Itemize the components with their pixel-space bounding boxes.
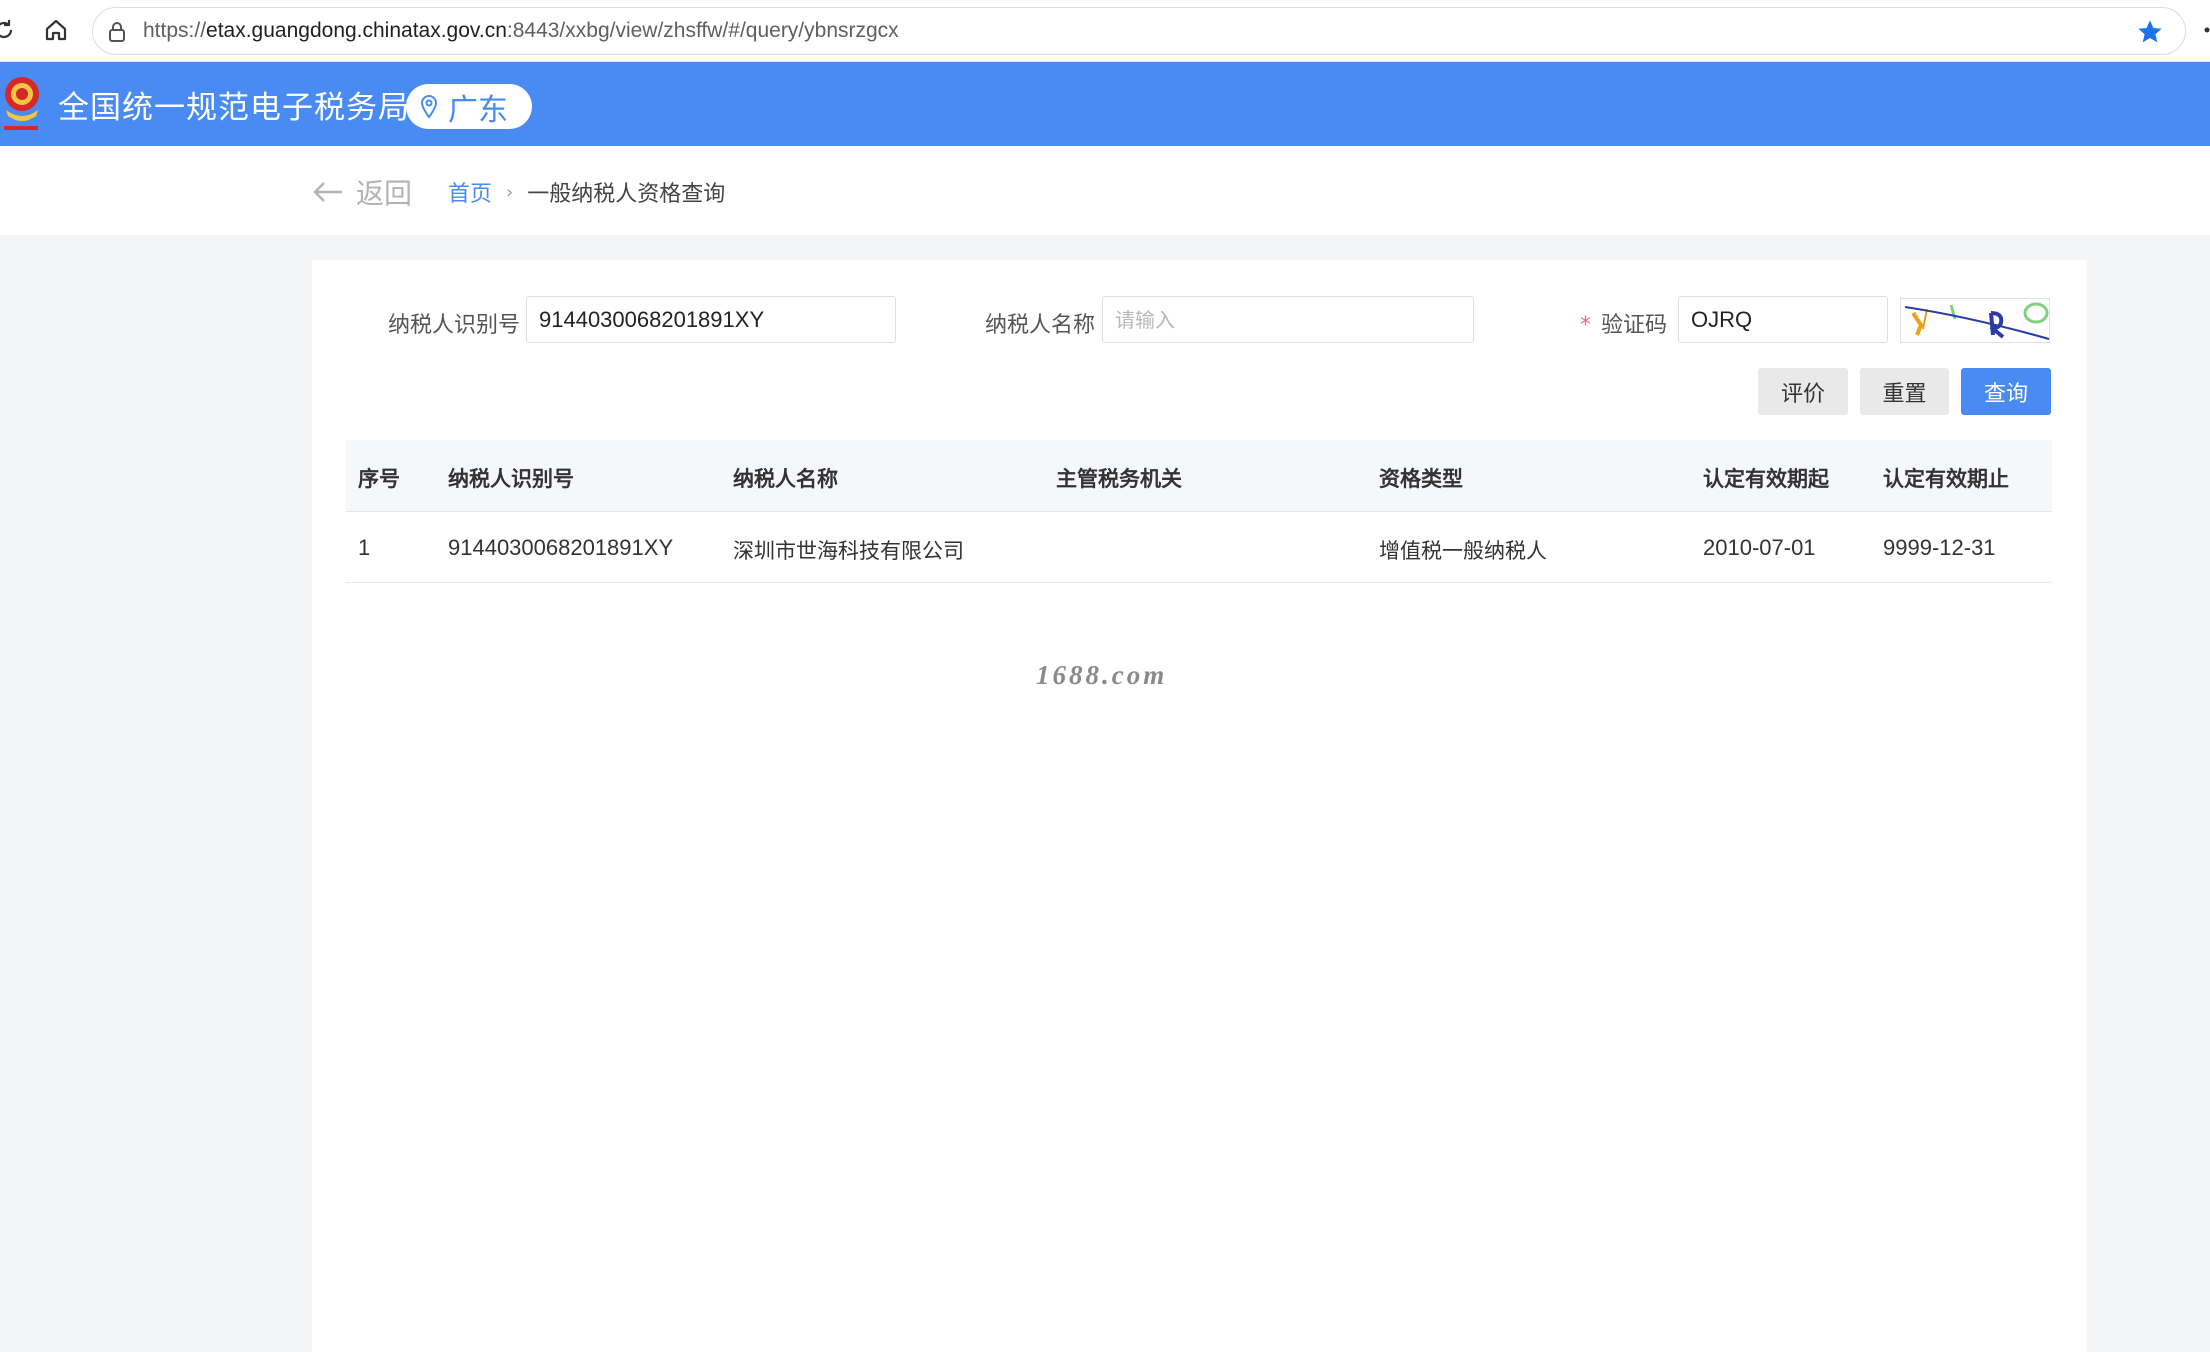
- back-label: 返回: [356, 177, 413, 210]
- table-row[interactable]: 1 9144030068201891XY 深圳市世海科技有限公司 增值税一般纳税…: [346, 512, 2052, 583]
- table-cell: 深圳市世海科技有限公司: [733, 539, 964, 563]
- column-header: 纳税人名称: [733, 467, 838, 491]
- table-cell: 增值税一般纳税人: [1379, 539, 1547, 563]
- column-header: 认定有效期起: [1703, 467, 1829, 491]
- table-cell: 1: [358, 535, 371, 560]
- back-button[interactable]: 返回: [312, 172, 412, 212]
- reload-icon[interactable]: [0, 12, 22, 48]
- column-header: 纳税人识别号: [448, 467, 574, 491]
- breadcrumb-separator: ›: [506, 181, 514, 203]
- location-pin-icon: [420, 94, 438, 119]
- captcha-label-text: 验证码: [1601, 313, 1668, 338]
- table-cell: 9999-12-31: [1883, 535, 1996, 560]
- column-header: 主管税务机关: [1056, 467, 1182, 491]
- region-selector[interactable]: 广东: [406, 84, 532, 129]
- url-text[interactable]: https://etax.guangdong.chinatax.gov.cn:8…: [143, 19, 899, 43]
- column-header: 资格类型: [1379, 467, 1463, 491]
- column-header: 序号: [358, 467, 400, 491]
- table-header: 序号 纳税人识别号 纳税人名称 主管税务机关 资格类型 认定有效期起 认定有效期…: [346, 440, 2052, 512]
- browser-toolbar: https://etax.guangdong.chinatax.gov.cn:8…: [0, 0, 2210, 62]
- site-title: 全国统一规范电子税务局: [58, 90, 410, 126]
- taxpayer-name-label: 纳税人名称: [985, 313, 1096, 338]
- breadcrumb-current: 一般纳税人资格查询: [527, 182, 726, 207]
- url-path: :8443/xxbg/view/zhsffw/#/query/ybnsrzgcx: [506, 19, 899, 42]
- table-cell: 9144030068201891XY: [448, 535, 674, 560]
- table-cell: 2010-07-01: [1703, 535, 1816, 560]
- required-mark: *: [1580, 313, 1591, 338]
- captcha-label: * 验证码: [1580, 307, 1667, 339]
- url-host: etax.guangdong.chinatax.gov.cn: [206, 19, 507, 42]
- results-table: 序号 纳税人识别号 纳税人名称 主管税务机关 资格类型 认定有效期起 认定有效期…: [346, 440, 2052, 583]
- column-header: 认定有效期止: [1883, 467, 2009, 491]
- address-bar[interactable]: https://etax.guangdong.chinatax.gov.cn:8…: [92, 7, 2186, 55]
- bookmark-star-icon[interactable]: [2135, 17, 2165, 47]
- breadcrumb-home-link[interactable]: 首页: [448, 176, 492, 208]
- breadcrumb-bar: 返回 首页 › 一般纳税人资格查询: [0, 146, 2210, 235]
- url-prefix: https://: [143, 19, 207, 42]
- home-icon[interactable]: [38, 12, 74, 48]
- region-label: 广东: [448, 92, 508, 128]
- lock-icon[interactable]: [105, 20, 129, 44]
- taxpayer-id-input[interactable]: [526, 296, 896, 343]
- overflow-menu-icon[interactable]: [2200, 22, 2210, 36]
- captcha-image[interactable]: [1900, 298, 2050, 343]
- query-button[interactable]: 查询: [1961, 368, 2051, 415]
- watermark: 1688.com: [1036, 660, 1168, 690]
- back-arrow-icon: [313, 182, 342, 202]
- taxpayer-name-input[interactable]: [1102, 296, 1474, 343]
- tax-emblem-logo: [0, 70, 46, 136]
- evaluate-button[interactable]: 评价: [1758, 368, 1848, 415]
- taxpayer-id-label: 纳税人识别号: [388, 313, 521, 338]
- query-panel: 纳税人识别号 纳税人名称 * 验证码 评价 重置 查询 序号 纳税人识别号 纳税人…: [312, 260, 2087, 1352]
- reset-button[interactable]: 重置: [1860, 368, 1949, 415]
- breadcrumb: 首页 › 一般纳税人资格查询: [448, 176, 725, 208]
- site-header: 全国统一规范电子税务局 广东: [0, 62, 2210, 146]
- captcha-input[interactable]: [1678, 296, 1888, 343]
